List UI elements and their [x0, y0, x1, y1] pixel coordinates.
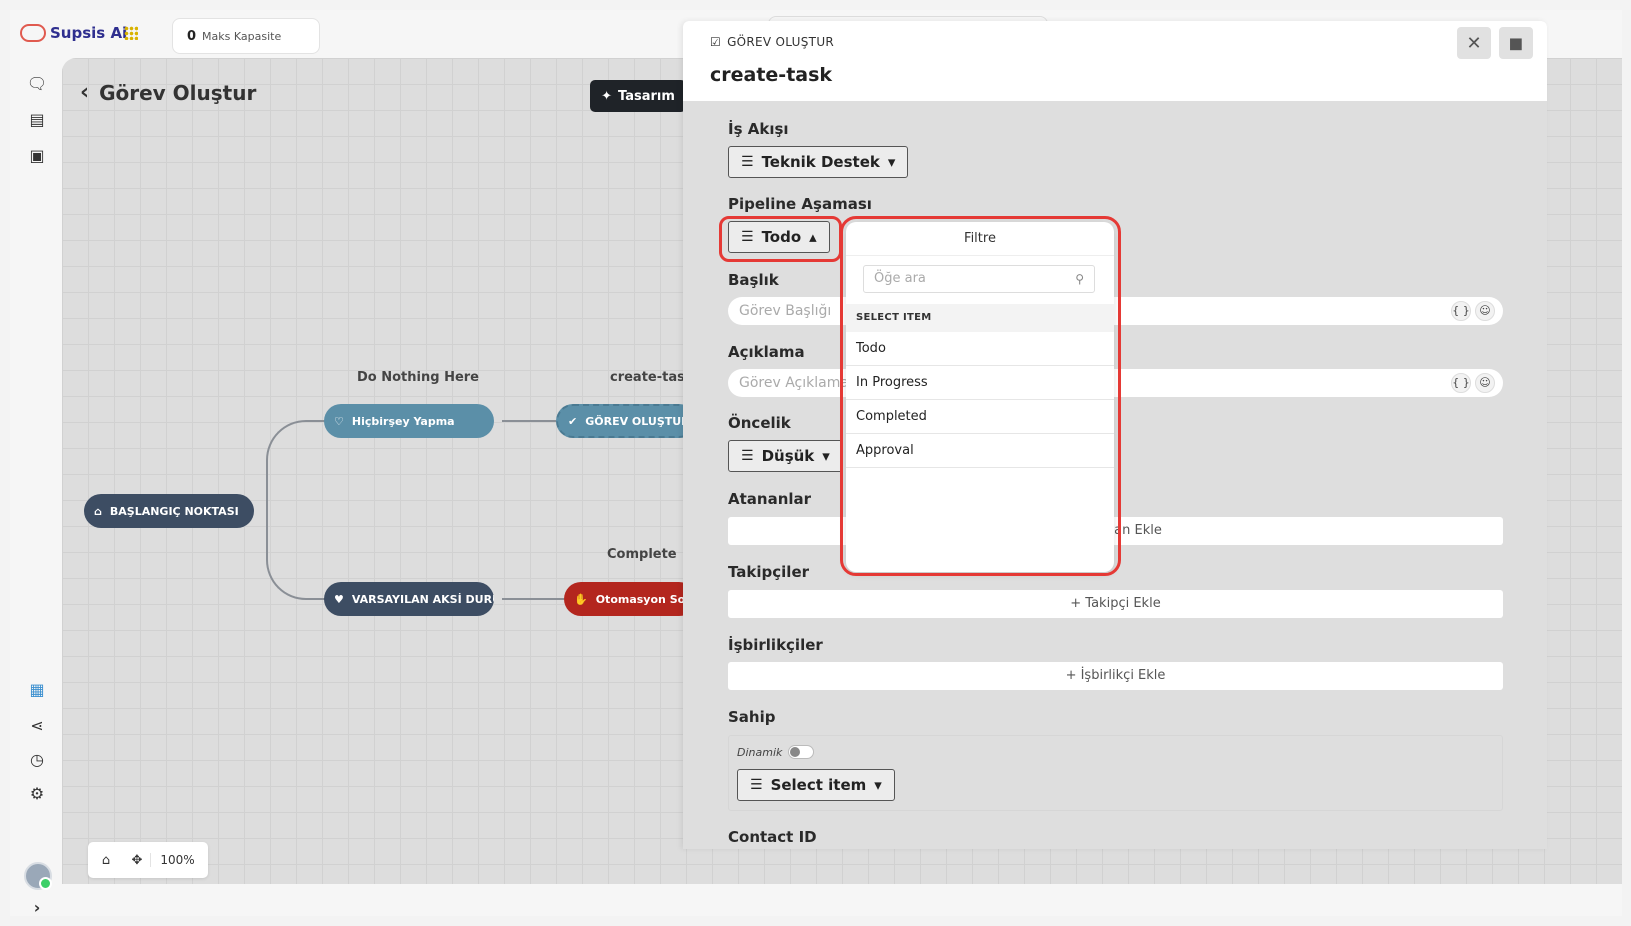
caret-down-icon: ▾ [874, 776, 882, 794]
panel-title: create-task [710, 64, 833, 86]
add-collaborator-button[interactable]: + İşbirlikçi Ekle [728, 662, 1503, 690]
stage-label: Pipeline Aşaması [728, 195, 872, 213]
capacity-count: 0 [187, 28, 197, 44]
owner-select[interactable]: ☰ Select item ▾ [737, 769, 895, 801]
dashboard-icon[interactable]: ▦ [26, 680, 48, 700]
title-input-tools: { } ☺ [1451, 301, 1495, 321]
page-title-text: Görev Oluştur [99, 80, 257, 105]
caret-down-icon: ▾ [822, 447, 830, 465]
design-button-label: Tasarım [618, 88, 675, 104]
highlight-dropdown [840, 216, 1121, 576]
broken-heart-icon: ♥ [334, 592, 344, 606]
dynamic-toggle-row: Dinamik [737, 745, 815, 759]
panel-kicker-text: GÖREV OLUŞTUR [727, 35, 835, 49]
emoji-icon[interactable]: ☺ [1475, 301, 1495, 321]
priority-select[interactable]: ☰ Düşük ▾ [728, 440, 843, 472]
magic-wand-icon: ✦ [601, 88, 612, 104]
priority-label: Öncelik [728, 414, 791, 432]
filter-icon: ☰ [741, 448, 754, 464]
description-input-tools: { } ☺ [1451, 373, 1495, 393]
node-task-label: GÖREV OLUŞTUR [585, 414, 690, 428]
apps-grid-icon[interactable] [124, 26, 138, 40]
emoji-icon[interactable]: ☺ [1475, 373, 1495, 393]
edge-donothing-to-task [502, 420, 564, 422]
settings-gear-icon[interactable]: ⚙ [26, 784, 48, 804]
inbox-icon[interactable]: ▣ [26, 146, 48, 166]
title-placeholder: Görev Başlığı [739, 303, 832, 319]
contact-card-icon[interactable]: ▤ [26, 110, 48, 130]
capacity-label: Maks Kapasite [202, 29, 282, 43]
node-automation-end[interactable]: ✋ Otomasyon Sonl [564, 582, 696, 616]
edge-start-to-donothing [266, 420, 326, 512]
node-do-nothing[interactable]: ♡ Hiçbirşey Yapma [324, 404, 494, 438]
node-task-caption: create-task [610, 370, 694, 385]
panel-kicker: ☑ GÖREV OLUŞTUR [710, 35, 834, 49]
description-label: Açıklama [728, 343, 805, 361]
home-fit-icon[interactable]: ⌂ [88, 853, 124, 868]
user-avatar[interactable] [24, 862, 52, 890]
owner-select-value: Select item [770, 776, 867, 794]
node-create-task[interactable]: ✔ GÖREV OLUŞTUR [556, 404, 696, 438]
node-default-label: VARSAYILAN AKSİ DURUM [351, 592, 494, 606]
brand-name: Supsis Ai [50, 24, 128, 42]
highlight-stage-select [719, 216, 842, 262]
node-start-label: BAŞLANGIÇ NOKTASI [109, 504, 239, 518]
add-follower-button[interactable]: + Takipçi Ekle [728, 590, 1503, 618]
capacity-badge: 0 Maks Kapasite [172, 18, 320, 54]
edge-default-to-end [502, 598, 564, 600]
wave-hand-icon: ✋ [574, 592, 588, 606]
logo-mark-icon [20, 24, 46, 42]
heart-icon: ♡ [334, 414, 344, 428]
variable-braces-icon[interactable]: { } [1451, 301, 1471, 321]
design-button[interactable]: ✦ Tasarım [590, 80, 686, 112]
save-button[interactable]: ◼ [1499, 27, 1533, 59]
workflow-select[interactable]: ☰ Teknik Destek ▾ [728, 146, 909, 178]
assignees-label: Atananlar [728, 490, 812, 508]
followers-label: Takipçiler [728, 563, 810, 581]
contact-id-label: Contact ID [728, 828, 817, 846]
owner-label: Sahip [728, 708, 776, 726]
brand-logo[interactable]: Supsis Ai [20, 24, 127, 42]
workflow-label: İş Akışı [728, 120, 789, 138]
workflow-value: Teknik Destek [761, 153, 880, 171]
close-button[interactable]: ✕ [1457, 27, 1491, 59]
node-end-label: Otomasyon Sonl [595, 592, 696, 606]
filter-icon: ☰ [741, 154, 754, 170]
node-donothing-label: Hiçbirşey Yapma [351, 414, 455, 428]
share-nodes-icon[interactable]: ⋖ [26, 716, 48, 736]
zoom-controls: ⌂ ✥ 100% [88, 842, 208, 878]
back-arrow-icon[interactable]: ‹ [80, 80, 89, 105]
save-disk-icon: ◼ [1508, 32, 1524, 54]
expand-chevron-icon[interactable]: › [26, 898, 48, 918]
panel-header: ☑ GÖREV OLUŞTUR create-task ✕ ◼ [683, 21, 1547, 101]
filter-icon: ☰ [750, 777, 763, 793]
task-create-icon: ☑ [710, 35, 722, 49]
zoom-level[interactable]: 100% [150, 853, 204, 867]
node-start[interactable]: ⌂ BAŞLANGIÇ NOKTASI [84, 494, 254, 528]
home-icon: ⌂ [94, 504, 102, 518]
dynamic-toggle[interactable] [788, 745, 815, 759]
priority-value: Düşük [761, 447, 815, 465]
clock-icon[interactable]: ◷ [26, 750, 48, 770]
page-title: ‹ Görev Oluştur [80, 80, 256, 105]
collaborators-label: İşbirlikçiler [728, 636, 823, 654]
chat-bubble-icon[interactable]: 🗨 [26, 74, 48, 94]
variable-braces-icon[interactable]: { } [1451, 373, 1471, 393]
caret-down-icon: ▾ [887, 153, 896, 171]
title-label: Başlık [728, 271, 779, 289]
node-end-caption: Complete [607, 547, 677, 562]
node-default-case[interactable]: ♥ VARSAYILAN AKSİ DURUM [324, 582, 494, 616]
move-arrows-icon[interactable]: ✥ [124, 853, 150, 868]
dynamic-label: Dinamik [737, 745, 783, 759]
task-check-icon: ✔ [568, 414, 578, 428]
node-donothing-caption: Do Nothing Here [357, 370, 479, 385]
close-icon: ✕ [1466, 32, 1482, 54]
left-rail: 🗨 ▤ ▣ ▦ ⋖ ◷ ⚙ › [10, 56, 62, 918]
